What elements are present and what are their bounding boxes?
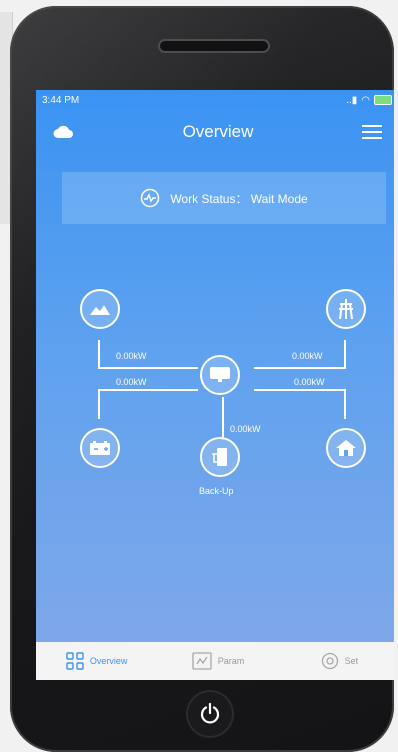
battery-connector-horizontal (98, 389, 198, 391)
grid-node[interactable] (326, 289, 366, 329)
load-connector-horizontal (254, 389, 346, 391)
grid-icon (66, 652, 84, 670)
inverter-node[interactable] (200, 355, 240, 395)
power-tower-icon (339, 299, 353, 320)
inverter-icon (210, 367, 230, 382)
status-indicators: ..▮ ◠ (346, 95, 392, 106)
backup-power-label: 0.00kW (230, 424, 261, 434)
app-screen: 3:44 PM ..▮ ◠ Overview Work Status： Wait… (36, 90, 394, 680)
signal-icon: ..▮ (346, 94, 358, 106)
power-icon (200, 702, 220, 724)
app-header: Overview (36, 110, 394, 152)
pv-node[interactable] (80, 289, 120, 329)
bottom-tab-bar: Overview Param Set (36, 642, 394, 680)
tab-overview-label: Overview (89, 656, 128, 666)
status-bar: 3:44 PM ..▮ ◠ (36, 90, 394, 110)
earpiece-speaker (158, 39, 270, 53)
backup-plug-icon (212, 448, 227, 466)
param-icon (192, 652, 212, 670)
page-title: Overview (182, 122, 254, 141)
menu-icon[interactable] (362, 124, 382, 140)
grid-connector-horizontal (254, 367, 346, 369)
battery-icon (374, 95, 392, 105)
load-power-label: 0.00kW (294, 377, 325, 387)
grid-power-label: 0.00kW (292, 351, 323, 361)
pulse-icon (141, 188, 160, 208)
load-node[interactable] (326, 428, 366, 468)
backup-node[interactable] (200, 437, 240, 477)
home-button[interactable] (188, 692, 232, 736)
tab-param-label: Param (217, 656, 245, 666)
battery-node[interactable] (80, 428, 120, 468)
tab-overview[interactable]: Overview (36, 642, 157, 680)
backup-label: Back-Up (199, 486, 234, 496)
phone-frame: 3:44 PM ..▮ ◠ Overview Work Status： Wait… (10, 6, 394, 752)
battery-storage-icon (90, 441, 110, 455)
tab-set[interactable]: Set (279, 642, 394, 680)
battery-connector-vertical (98, 389, 100, 419)
pv-power-label: 0.00kW (116, 351, 147, 361)
gear-icon (321, 652, 338, 670)
solar-mountain-icon (90, 305, 110, 315)
home-icon (336, 440, 356, 456)
work-status-text: Work Status： Wait Mode (170, 191, 308, 206)
status-time: 3:44 PM (42, 94, 80, 106)
pv-connector-vertical (98, 340, 100, 368)
load-connector-vertical (344, 389, 346, 419)
tab-param[interactable]: Param (157, 642, 278, 680)
battery-power-label: 0.00kW (116, 377, 147, 387)
wifi-icon: ◠ (361, 94, 370, 106)
tab-set-label: Set (344, 656, 359, 666)
grid-connector-vertical (344, 340, 346, 368)
work-status-card: Work Status： Wait Mode (62, 172, 386, 224)
pv-connector-horizontal (98, 367, 198, 369)
backup-connector-vertical (222, 397, 224, 437)
